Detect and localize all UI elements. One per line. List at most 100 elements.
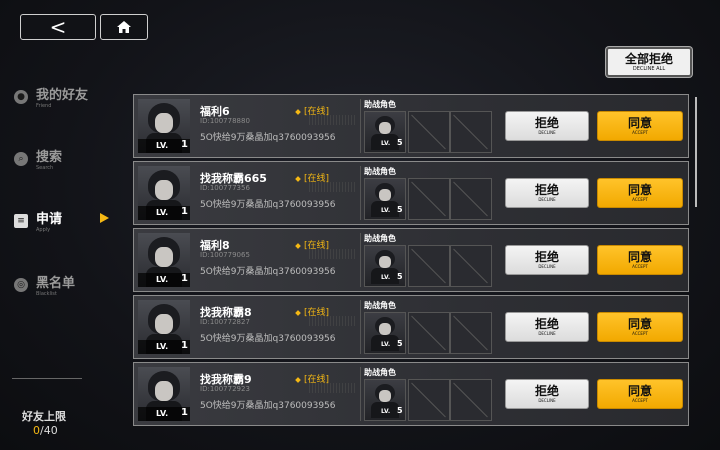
friend-count-current: 0 <box>33 424 40 437</box>
support-slot-empty <box>408 111 450 153</box>
sidebar-item-blacklist[interactable]: ◎ 黑名单 Blacklist <box>14 276 75 297</box>
level-badge: LV. 1 <box>138 139 190 153</box>
request-list[interactable]: LV. 1 福利6 ID:100778880 5O快给9万桑晶加q3760093… <box>133 94 689 450</box>
level-value: 1 <box>181 139 188 150</box>
support-slot-empty <box>450 379 492 421</box>
player-id: ID:100779065 <box>200 251 250 259</box>
request-message: 5O快给9万桑晶加q3760093956 <box>200 133 336 143</box>
accept-sublabel: ACCEPT <box>632 398 648 403</box>
sidebar-item-sublabel: Friend <box>36 103 52 109</box>
support-slot-empty <box>408 379 450 421</box>
support-level-label: LV. <box>381 140 391 147</box>
block-icon: ◎ <box>14 278 28 292</box>
request-card: LV. 1 找我称霸665 ID:100777356 5O快给9万桑晶加q376… <box>133 161 689 225</box>
request-card: LV. 1 找我称霸9 ID:100772923 5O快给9万桑晶加q37600… <box>133 362 689 426</box>
support-slot-empty <box>408 312 450 354</box>
accept-button[interactable]: 同意 ACCEPT <box>597 379 683 409</box>
decline-sublabel: DECLINE <box>538 264 556 269</box>
divider <box>360 166 361 220</box>
support-character-label: 助战角色 <box>364 301 396 310</box>
level-badge: LV. 1 <box>138 206 190 220</box>
accept-label: 同意 <box>627 317 652 331</box>
sidebar-divider <box>12 378 82 379</box>
online-status: [在线] <box>295 171 330 184</box>
decline-all-sublabel: DECLINE ALL <box>632 65 666 72</box>
level-label: LV. <box>156 208 169 217</box>
divider <box>360 99 361 153</box>
request-message: 5O快给9万桑晶加q3760093956 <box>200 200 336 210</box>
sidebar-item-label: 我的好友 <box>36 88 89 103</box>
level-value: 1 <box>181 206 188 217</box>
decline-sublabel: DECLINE <box>538 398 556 403</box>
online-status-text: [在线] <box>304 375 330 385</box>
request-message: 5O快给9万桑晶加q3760093956 <box>200 401 336 411</box>
divider <box>360 300 361 354</box>
support-character-label: 助战角色 <box>364 234 396 243</box>
support-level-label: LV. <box>381 341 391 348</box>
friend-limit-count: 0/40 <box>33 424 58 437</box>
accept-button[interactable]: 同意 ACCEPT <box>597 312 683 342</box>
request-message: 5O快给9万桑晶加q3760093956 <box>200 267 336 277</box>
sidebar-item-apply[interactable]: ≡ 申请 Apply <box>14 212 62 233</box>
support-slot-1[interactable]: LV. 5 <box>364 245 406 287</box>
online-dot-icon <box>295 175 301 182</box>
decline-all-button[interactable]: 全部拒绝 DECLINE ALL <box>606 47 692 77</box>
support-character-label: 助战角色 <box>364 167 396 176</box>
player-id: ID:100772923 <box>200 385 250 393</box>
online-status: [在线] <box>295 104 330 117</box>
accept-button[interactable]: 同意 ACCEPT <box>597 111 683 141</box>
decline-sublabel: DECLINE <box>538 130 556 135</box>
online-dot-icon <box>295 242 301 249</box>
online-status-text: [在线] <box>304 107 330 117</box>
decline-all-label: 全部拒绝 <box>624 51 673 66</box>
sidebar-item-search[interactable]: ⌕ 搜索 Search <box>14 150 62 171</box>
decline-button[interactable]: 拒绝 DECLINE <box>505 245 589 275</box>
support-slot-1[interactable]: LV. 5 <box>364 379 406 421</box>
sidebar-item-label: 黑名单 <box>36 276 76 291</box>
support-level-value: 5 <box>397 272 403 281</box>
accept-button[interactable]: 同意 ACCEPT <box>597 178 683 208</box>
support-slot-1[interactable]: LV. 5 <box>364 111 406 153</box>
request-message: 5O快给9万桑晶加q3760093956 <box>200 334 336 344</box>
support-slot-1[interactable]: LV. 5 <box>364 178 406 220</box>
decline-button[interactable]: 拒绝 DECLINE <box>505 178 589 208</box>
sidebar-item-label: 申请 <box>36 212 63 227</box>
decline-label: 拒绝 <box>534 183 559 197</box>
person-icon: ● <box>14 90 28 104</box>
support-character-label: 助战角色 <box>364 368 396 377</box>
online-status-text: [在线] <box>304 174 330 184</box>
support-slot-empty <box>408 178 450 220</box>
decline-label: 拒绝 <box>534 116 559 130</box>
home-icon <box>117 21 131 33</box>
support-level-value: 5 <box>397 339 403 348</box>
sidebar-item-friend[interactable]: ● 我的好友 Friend <box>14 88 88 109</box>
level-label: LV. <box>156 409 169 418</box>
decline-button[interactable]: 拒绝 DECLINE <box>505 379 589 409</box>
accept-button[interactable]: 同意 ACCEPT <box>597 245 683 275</box>
player-id: ID:100772827 <box>200 318 250 326</box>
scrollbar[interactable] <box>695 97 697 207</box>
level-label: LV. <box>156 275 169 284</box>
back-arrow-icon: < <box>49 15 67 39</box>
support-level-value: 5 <box>397 138 403 147</box>
online-dot-icon <box>295 108 301 115</box>
decline-sublabel: DECLINE <box>538 331 556 336</box>
support-slot-1[interactable]: LV. 5 <box>364 312 406 354</box>
level-value: 1 <box>181 273 188 284</box>
support-slot-empty <box>450 245 492 287</box>
friend-count-max: /40 <box>40 424 58 437</box>
divider <box>360 367 361 421</box>
support-slot-empty <box>408 245 450 287</box>
request-card: LV. 1 找我称霸8 ID:100772827 5O快给9万桑晶加q37600… <box>133 295 689 359</box>
level-value: 1 <box>181 340 188 351</box>
decline-button[interactable]: 拒绝 DECLINE <box>505 312 589 342</box>
sidebar-item-label: 搜索 <box>36 150 63 165</box>
decline-button[interactable]: 拒绝 DECLINE <box>505 111 589 141</box>
search-icon: ⌕ <box>14 152 28 166</box>
level-badge: LV. 1 <box>138 407 190 421</box>
request-card: LV. 1 福利8 ID:100779065 5O快给9万桑晶加q3760093… <box>133 228 689 292</box>
divider <box>360 233 361 287</box>
document-icon: ≡ <box>14 214 28 228</box>
home-button[interactable] <box>100 14 148 40</box>
back-button[interactable]: < <box>20 14 96 40</box>
